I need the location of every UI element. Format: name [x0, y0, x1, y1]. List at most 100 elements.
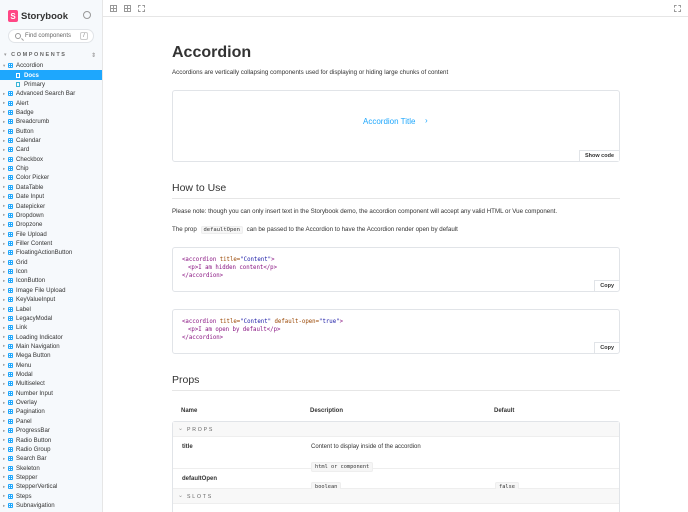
sidebar-item-card[interactable]: ▸ Card [0, 145, 102, 154]
sidebar-item-checkbox[interactable]: ▸ Checkbox [0, 155, 102, 164]
fullscreen-icon[interactable] [674, 5, 681, 12]
sidebar-story-primary[interactable]: Primary [0, 80, 102, 89]
sidebar-item-floatingactionbutton[interactable]: ▸ FloatingActionButton [0, 248, 102, 257]
sidebar-item-label: Link [16, 324, 28, 332]
component-icon [8, 381, 13, 387]
table-row: defaultOpen boolean false [173, 469, 619, 492]
sidebar-item-grid[interactable]: ▸ Grid [0, 258, 102, 267]
accordion-title[interactable]: Accordion Title [363, 117, 415, 126]
sidebar-item-accordion[interactable]: ▾ Accordion [0, 61, 102, 70]
sidebar-item-number-input[interactable]: ▸ Number Input [0, 389, 102, 398]
sidebar-item-multiselect[interactable]: ▸ Multiselect [0, 379, 102, 388]
sidebar-item-calendar[interactable]: ▸ Calendar [0, 136, 102, 145]
group-row-slots[interactable]: ⌄ SLOTS [173, 489, 619, 504]
brand[interactable]: S Storybook [8, 9, 68, 23]
sidebar-item-label: Checkbox [16, 155, 44, 163]
canvas-grid-icon[interactable] [110, 5, 117, 12]
page-title: Accordion [172, 44, 252, 61]
sidebar-section-components[interactable]: ▾ COMPONENTS ⇕ [4, 51, 96, 59]
sidebar-item-label[interactable]: ▸ Label [0, 304, 102, 313]
collapse-all-icon[interactable]: ⇕ [91, 52, 96, 59]
storybook-logo-icon: S [8, 10, 18, 22]
component-icon [8, 231, 13, 237]
copy-button[interactable]: Copy [594, 280, 619, 291]
sidebar-item-label: Pagination [16, 408, 45, 416]
component-icon [8, 184, 13, 190]
sidebar-item-modal[interactable]: ▸ Modal [0, 370, 102, 379]
sidebar-item-overlay[interactable]: ▸ Overlay [0, 398, 102, 407]
component-icon [8, 493, 13, 499]
sidebar-item-label: IconButton [16, 277, 46, 285]
sidebar-item-label: Overlay [16, 399, 37, 407]
chevron-down-icon: ⌄ [178, 426, 184, 432]
sidebar-item-steps[interactable]: ▸ Steps [0, 492, 102, 501]
search-shortcut-key: / [80, 32, 88, 40]
search-input[interactable]: Find components / [8, 29, 94, 43]
code-line: <p>I am open by default</p> [188, 327, 281, 333]
sidebar-item-search-bar[interactable]: ▸ Search Bar [0, 454, 102, 463]
sidebar-item-alert[interactable]: ▸ Alert [0, 98, 102, 107]
sidebar-item-stepper[interactable]: ▸ Stepper [0, 473, 102, 482]
sidebar-item-legacymodal[interactable]: ▸ LegacyModal [0, 314, 102, 323]
sidebar-item-radio-group[interactable]: ▸ Radio Group [0, 445, 102, 454]
component-icon [8, 372, 13, 378]
sidebar-story-docs[interactable]: Docs [0, 70, 102, 80]
sidebar-item-date-input[interactable]: ▸ Date Input [0, 192, 102, 201]
sidebar-item-main-navigation[interactable]: ▸ Main Navigation [0, 342, 102, 351]
sidebar-item-label: FloatingActionButton [16, 249, 73, 257]
group-row-props[interactable]: ⌄ PROPS [173, 422, 619, 437]
sidebar-item-pagination[interactable]: ▸ Pagination [0, 407, 102, 416]
sidebar-item-link[interactable]: ▸ Link [0, 323, 102, 332]
code-line: </accordion> [182, 335, 224, 341]
sidebar-item-skeleton[interactable]: ▸ Skeleton [0, 463, 102, 472]
sidebar-item-loading-indicator[interactable]: ▸ Loading Indicator [0, 332, 102, 341]
sidebar-item-progressbar[interactable]: ▸ ProgressBar [0, 426, 102, 435]
prop-code: defaultOpen [200, 226, 243, 234]
code-tag: > [339, 319, 343, 325]
component-icon [8, 100, 13, 106]
sidebar-item-panel[interactable]: ▸ Panel [0, 417, 102, 426]
chevron-down-icon: ▾ [4, 52, 9, 58]
show-code-button[interactable]: Show code [578, 150, 619, 161]
sidebar-item-steppervertical[interactable]: ▸ StepperVertical [0, 482, 102, 491]
sidebar-item-keyvalueinput[interactable]: ▸ KeyValueInput [0, 295, 102, 304]
component-icon [8, 212, 13, 218]
component-icon [8, 446, 13, 452]
sidebar-item-button[interactable]: ▸ Button [0, 127, 102, 136]
sidebar-item-label: Docs [24, 71, 39, 79]
code-line: </accordion> [182, 273, 224, 279]
sidebar-item-image-file-upload[interactable]: ▸ Image File Upload [0, 286, 102, 295]
sidebar-item-radio-button[interactable]: ▸ Radio Button [0, 435, 102, 444]
code-tag: <accordion [182, 319, 217, 325]
copy-button[interactable]: Copy [594, 342, 619, 353]
sidebar-item-advanced-search-bar[interactable]: ▸ Advanced Search Bar [0, 89, 102, 98]
sidebar-item-dropzone[interactable]: ▸ Dropzone [0, 220, 102, 229]
sidebar-item-label: Chip [16, 165, 29, 173]
column-header-name: Name [181, 408, 198, 414]
sidebar-item-breadcrumb[interactable]: ▸ Breadcrumb [0, 117, 102, 126]
sidebar-item-subnavigation[interactable]: ▸ Subnavigation [0, 501, 102, 510]
chevron-right-icon[interactable]: › [425, 116, 428, 125]
sidebar-item-icon[interactable]: ▸ Icon [0, 267, 102, 276]
sidebar-item-menu[interactable]: ▸ Menu [0, 361, 102, 370]
sidebar-item-iconbutton[interactable]: ▸ IconButton [0, 276, 102, 285]
sidebar-item-datepicker[interactable]: ▸ Datepicker [0, 201, 102, 210]
code-line: <accordion title="Content" default-open=… [182, 318, 343, 326]
sidebar-item-label: File Upload [16, 230, 47, 238]
docs-panel: Accordion Accordions are vertically coll… [103, 17, 688, 512]
sidebar-item-label: Stepper [16, 473, 38, 481]
grid-icon[interactable] [124, 5, 131, 12]
gear-icon[interactable] [83, 11, 91, 19]
outline-icon[interactable] [138, 5, 145, 12]
sidebar-item-mega-button[interactable]: ▸ Mega Button [0, 351, 102, 360]
sidebar-item-file-upload[interactable]: ▸ File Upload [0, 229, 102, 238]
sidebar-item-dropdown[interactable]: ▸ Dropdown [0, 211, 102, 220]
component-icon [8, 325, 13, 331]
sidebar-item-filler-content[interactable]: ▸ Filler Content [0, 239, 102, 248]
sidebar-item-datatable[interactable]: ▸ DataTable [0, 183, 102, 192]
sidebar-item-badge[interactable]: ▸ Badge [0, 108, 102, 117]
brand-name: Storybook [21, 10, 68, 22]
sidebar-item-color-picker[interactable]: ▸ Color Picker [0, 173, 102, 182]
component-icon [8, 203, 13, 209]
sidebar-item-chip[interactable]: ▸ Chip [0, 164, 102, 173]
